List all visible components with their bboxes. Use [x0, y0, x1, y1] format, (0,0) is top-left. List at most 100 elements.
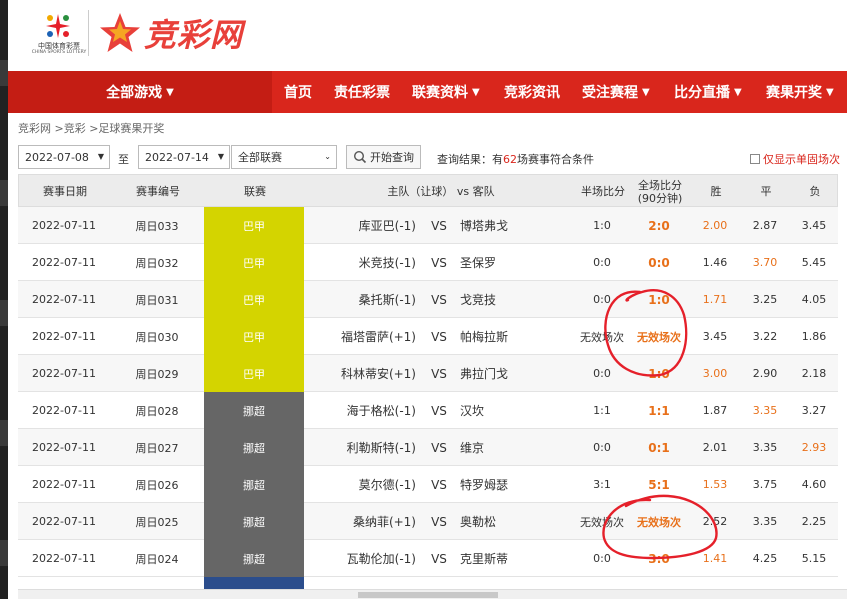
- date-range-to-label: 至: [118, 153, 129, 166]
- nav-item-schedule[interactable]: 受注赛程 ▼: [582, 71, 650, 113]
- cell-home: 瓦勒伦加(-1): [346, 552, 416, 566]
- cell-home: 莫尔德(-1): [358, 478, 416, 492]
- nav-item-league-info[interactable]: 联赛资料 ▼: [412, 71, 480, 113]
- cell-home: 桑托斯(-1): [358, 293, 416, 307]
- cell-half: 0:0: [593, 441, 611, 454]
- cell-league[interactable]: 巴甲: [204, 244, 304, 281]
- brand-logo[interactable]: 竞彩网: [98, 8, 243, 58]
- cell-full: 5:1: [648, 477, 670, 492]
- cell-league[interactable]: 巴甲: [204, 318, 304, 355]
- cell-full: 1:0: [648, 292, 670, 307]
- nav-item-live-score[interactable]: 比分直播 ▼: [674, 71, 742, 113]
- lottery-name-en: CHINA SPORTS LOTTERY: [31, 50, 87, 55]
- page: 中国体育彩票 CHINA SPORTS LOTTERY 竞彩网 全部游戏 ▼ 首…: [0, 0, 847, 599]
- cell-code: 周日025: [135, 515, 179, 529]
- end-date-value: 2022-07-14: [145, 150, 209, 164]
- table-row: 2022-07-11 周日033 巴甲 库亚巴(-1) VS 博塔弗戈 1:0 2:0 2.00…: [18, 207, 838, 244]
- cell-home: 库亚巴(-1): [358, 219, 416, 233]
- table-row: 2022-07-11 周日031 巴甲 桑托斯(-1) VS 戈竞技 0:0 1:0 1.71 3…: [18, 281, 838, 318]
- filter-bar: 2022-07-08 ▼ 至 2022-07-14 ▼ 全部联赛 ⌄ 开始查询 …: [18, 142, 847, 172]
- cell-vs: VS: [431, 440, 447, 455]
- cell-draw: 3.35: [752, 441, 778, 454]
- nav-item-label: 责任彩票: [334, 85, 390, 101]
- cell-league[interactable]: 挪超: [204, 503, 304, 540]
- start-date-select[interactable]: 2022-07-08 ▼: [18, 145, 110, 169]
- nav-item-news[interactable]: 竞彩资讯: [504, 71, 560, 113]
- cell-lose: 5.45: [801, 256, 827, 269]
- result-suffix: 场赛事符合条件: [517, 153, 594, 166]
- table-row: 2022-07-11 周日030 巴甲 福塔雷萨(+1) VS 帕梅拉斯 无效场次 无效场次 3…: [18, 318, 838, 355]
- cell-vs: VS: [431, 255, 447, 270]
- start-query-button[interactable]: 开始查询: [346, 145, 421, 169]
- cell-league[interactable]: 挪超: [204, 540, 304, 577]
- cell-away: 弗拉门戈: [460, 367, 509, 381]
- col-draw: 平: [760, 185, 772, 198]
- cell-date: 2022-07-11: [32, 330, 96, 343]
- cell-code: 周日033: [135, 219, 179, 233]
- cell-lose: 3.45: [801, 219, 827, 232]
- chevron-down-icon: ▼: [97, 152, 104, 161]
- nav-item-responsible-lottery[interactable]: 责任彩票: [334, 71, 390, 113]
- chevron-down-icon: ⌄: [324, 152, 331, 161]
- caret-down-icon: ▼: [166, 86, 174, 98]
- cell-vs: VS: [431, 366, 447, 381]
- cell-league[interactable]: 巴甲: [204, 207, 304, 244]
- cell-full: 1:0: [648, 366, 670, 381]
- cell-draw: 3.70: [752, 256, 778, 269]
- cell-date: 2022-07-11: [32, 256, 96, 269]
- cell-away: 克里斯蒂: [460, 552, 509, 566]
- cell-full: 无效场次: [637, 330, 681, 344]
- league-select[interactable]: 全部联赛 ⌄: [231, 145, 337, 169]
- cell-half: 0:0: [593, 256, 611, 269]
- cell-half: 无效场次: [580, 515, 624, 529]
- cell-code: 周日026: [135, 478, 179, 492]
- breadcrumb[interactable]: 竞彩网 >竞彩 >足球赛果开奖: [18, 120, 164, 136]
- table-row: 2022-07-11 周日027 挪超 利勒斯特(-1) VS 维京 0:0 0:1 2.01 3…: [18, 429, 838, 466]
- sports-lottery-logo[interactable]: 中国体育彩票 CHINA SPORTS LOTTERY: [26, 12, 90, 56]
- scrollbar-thumb[interactable]: [358, 592, 498, 598]
- end-date-select[interactable]: 2022-07-14 ▼: [138, 145, 230, 169]
- cell-vs: VS: [431, 218, 447, 233]
- cell-draw: 3.22: [752, 330, 778, 343]
- cell-half: 1:0: [593, 219, 611, 232]
- cell-draw: 3.75: [752, 478, 778, 491]
- cell-league[interactable]: 挪超: [204, 429, 304, 466]
- cell-away: 汉坎: [460, 404, 485, 418]
- league-cell-partial: [204, 577, 304, 589]
- table-row: 2022-07-11 周日026 挪超 莫尔德(-1) VS 特罗姆瑟 3:1 5:1 1.53…: [18, 466, 838, 503]
- query-result-text: 查询结果：有62场赛事符合条件: [437, 151, 594, 167]
- cell-date: 2022-07-11: [32, 404, 96, 417]
- nav-item-home[interactable]: 首页: [284, 71, 312, 113]
- league-select-value: 全部联赛: [238, 151, 282, 164]
- cell-away: 特罗姆瑟: [460, 478, 509, 492]
- cell-away: 维京: [460, 441, 485, 455]
- cell-league[interactable]: 挪超: [204, 392, 304, 429]
- cell-league[interactable]: 巴甲: [204, 281, 304, 318]
- cell-league[interactable]: 挪超: [204, 466, 304, 503]
- only-single-toggle[interactable]: 仅显示单固场次: [750, 151, 840, 167]
- col-teams: 主队（让球） vs 客队: [387, 185, 495, 198]
- lottery-logo-icon: [46, 14, 70, 38]
- nav-item-results[interactable]: 赛果开奖 ▼: [766, 71, 834, 113]
- table-row: 2022-07-11 周日028 挪超 海于格松(-1) VS 汉坎 1:1 1:1 1.87 3…: [18, 392, 838, 429]
- cell-vs: VS: [431, 514, 447, 529]
- cell-lose: 5.15: [801, 552, 827, 565]
- nav-all-games[interactable]: 全部游戏 ▼: [8, 71, 272, 113]
- table-body: 2022-07-11 周日033 巴甲 库亚巴(-1) VS 博塔弗戈 1:0 2:0 2.00…: [18, 207, 838, 577]
- cell-date: 2022-07-11: [32, 441, 96, 454]
- horizontal-scrollbar[interactable]: [18, 589, 847, 599]
- cell-draw: 2.90: [752, 367, 778, 380]
- cell-away: 圣保罗: [460, 256, 497, 270]
- nav-item-label: 联赛资料: [412, 85, 468, 101]
- logo-divider: [88, 10, 89, 56]
- cell-code: 周日029: [135, 367, 179, 381]
- cell-draw: 3.35: [752, 404, 778, 417]
- cell-win: 1.41: [702, 552, 728, 565]
- cell-vs: VS: [431, 292, 447, 307]
- cell-date: 2022-07-11: [32, 552, 96, 565]
- cell-league[interactable]: 巴甲: [204, 355, 304, 392]
- table-row: 2022-07-11 周日029 巴甲 科林蒂安(+1) VS 弗拉门戈 0:0 1:0 3.0…: [18, 355, 838, 392]
- col-league: 联赛: [244, 185, 266, 198]
- cell-away: 戈竞技: [460, 293, 497, 307]
- checkbox-icon[interactable]: [750, 154, 760, 164]
